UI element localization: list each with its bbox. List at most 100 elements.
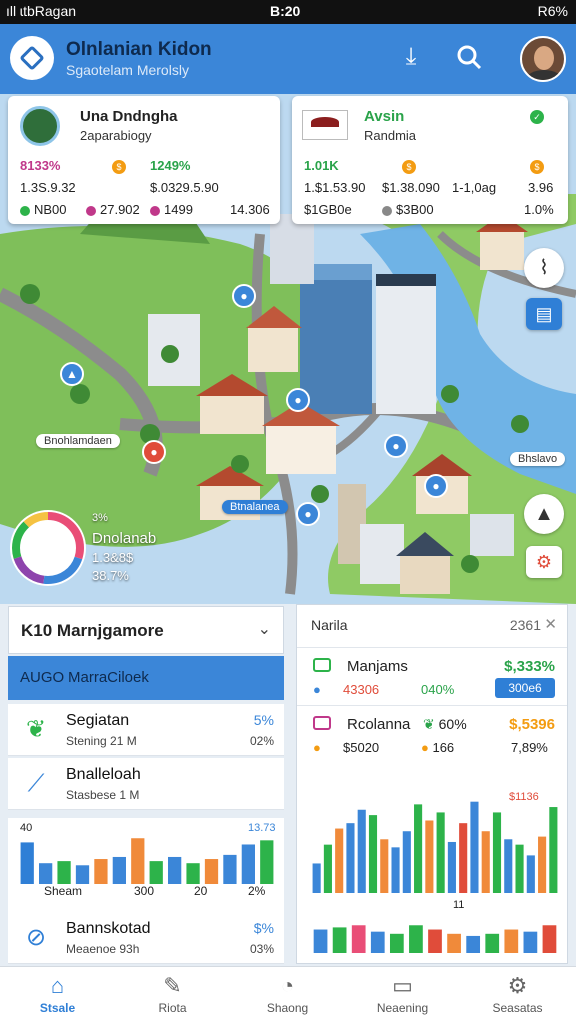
chart-icon: ⟋ bbox=[27, 770, 45, 797]
status-dot-icon bbox=[150, 205, 160, 216]
map-filter-icon[interactable]: ⚙ bbox=[526, 546, 562, 578]
list-item-sub: Stasbese 1 M bbox=[66, 788, 140, 802]
chart-bar bbox=[504, 929, 519, 953]
search-icon[interactable] bbox=[452, 40, 486, 74]
edit-icon: ✎ bbox=[163, 973, 182, 998]
map-pin-icon[interactable]: ● bbox=[232, 284, 256, 308]
summary-row[interactable]: Rcolanna ❦ 60% $,5396 ● $5020 ● 166 7,89… bbox=[297, 705, 567, 761]
map-label[interactable]: Bhslavo bbox=[510, 452, 566, 466]
status-battery: R6% bbox=[537, 3, 568, 19]
chart-bar bbox=[492, 812, 502, 893]
card-foot: 14.306 bbox=[230, 202, 270, 217]
banner-code: AUGO bbox=[20, 669, 65, 686]
info-icon: $ bbox=[402, 160, 416, 174]
leaf-icon: ❦ bbox=[423, 716, 439, 732]
chart-bar bbox=[391, 847, 400, 893]
map-layers-icon[interactable]: ⌇ bbox=[524, 248, 564, 288]
x-tick-label: 2% bbox=[248, 884, 266, 898]
settings-icon: ⚙ bbox=[507, 973, 528, 998]
list-item-pct2: 03% bbox=[249, 942, 274, 956]
list-item-title: Segiatan bbox=[66, 712, 130, 729]
row-action-button[interactable]: 300e6 bbox=[495, 678, 555, 698]
nav-label: Shaong bbox=[266, 1001, 309, 1015]
card-foot: $1GB0e bbox=[304, 202, 352, 217]
list-item-pct2: 02% bbox=[249, 734, 274, 748]
chart-bar bbox=[459, 823, 468, 893]
chart-bar bbox=[542, 925, 557, 953]
card-subtitle: Randmia bbox=[364, 128, 417, 143]
leaf-icon: ❦ bbox=[25, 716, 47, 743]
map-pin-icon[interactable]: ● bbox=[384, 434, 408, 458]
chart-bar bbox=[313, 929, 328, 953]
map-label[interactable]: Btnalanea bbox=[222, 500, 288, 514]
donut-title: Dnolanab bbox=[92, 530, 157, 547]
map-pin-icon[interactable]: ▲ bbox=[60, 362, 84, 386]
list-item-sub: Stening 21 M bbox=[66, 734, 137, 748]
row-sub: $5020 bbox=[343, 740, 380, 755]
location-card-left[interactable]: Una Dndngha 2aparabiogy 8133% $ 1249% 1.… bbox=[8, 96, 280, 224]
bottom-nav: ⌂ Stsale ✎ Riota ◔ Shaong ▭ Neaening ⚙ S… bbox=[0, 966, 576, 1024]
map-pin-icon[interactable]: ● bbox=[286, 388, 310, 412]
map-label[interactable]: Bnohlamdaen bbox=[36, 434, 120, 448]
status-carrier: ıll ɩtbRagan bbox=[6, 3, 77, 19]
map-compass-icon[interactable]: ▲ bbox=[524, 494, 564, 534]
info-icon: ● bbox=[313, 682, 321, 697]
app-header: Olnlanian Kidon Sgaotelam Merolsly ⤓ bbox=[0, 24, 576, 94]
avatar[interactable] bbox=[520, 36, 566, 82]
chevron-down-icon: ⌄ bbox=[257, 621, 271, 638]
list-item-pct: $% bbox=[253, 920, 274, 936]
row-value: $,333% bbox=[504, 658, 555, 675]
status-bar: ıll ɩtbRagan B:20 R6% bbox=[0, 0, 576, 24]
nav-item-monitor[interactable]: ▭ Neaening bbox=[345, 967, 460, 1024]
card-foot: NB00 bbox=[20, 202, 67, 217]
map-pin-icon[interactable]: ● bbox=[142, 440, 166, 464]
nav-item-speed[interactable]: ◔ Shaong bbox=[230, 967, 345, 1024]
list-item[interactable]: ⟋ Bnalleloah Stasbese 1 M bbox=[8, 758, 284, 810]
chart-bar bbox=[485, 933, 500, 953]
chart-bar bbox=[436, 812, 445, 893]
summary-row[interactable]: Manjams $,333% ● 43306 040% 300e6 bbox=[297, 647, 567, 703]
chart-x-labels: Sheam 300 20 2% bbox=[8, 878, 284, 904]
map-view-icon[interactable]: ▤ bbox=[526, 298, 562, 330]
chart-bar bbox=[504, 839, 513, 893]
chart-bar bbox=[323, 844, 332, 893]
chart-label: $1136 bbox=[509, 791, 539, 803]
card-foot: 1499 bbox=[150, 202, 193, 217]
download-icon[interactable]: ⤓ bbox=[394, 40, 428, 74]
list-item-title: Bannskotad bbox=[66, 920, 151, 937]
chart-bar bbox=[523, 931, 538, 953]
chart-bar bbox=[526, 855, 535, 893]
location-card-right[interactable]: Avsin Randmia ✓ 1.01K $ $ 1.$1.53.90 $1.… bbox=[292, 96, 568, 224]
app-logo[interactable] bbox=[10, 36, 54, 80]
chart-bar bbox=[409, 925, 423, 953]
x-tick-label: 300 bbox=[134, 884, 155, 898]
chart-bar bbox=[402, 831, 411, 893]
nav-item-home[interactable]: ⌂ Stsale bbox=[0, 967, 115, 1024]
row-pct: ❦ 60% bbox=[423, 716, 467, 732]
chart-bar bbox=[549, 807, 558, 893]
status-square-icon bbox=[313, 716, 331, 730]
list-item[interactable]: ❦ Segiatan Stening 21 M 5% 02% bbox=[8, 704, 284, 756]
search-icon: ⊘ bbox=[25, 924, 47, 951]
donut-chart[interactable] bbox=[8, 508, 88, 588]
chart-bar bbox=[470, 801, 479, 893]
row-sub: ● 166 bbox=[421, 740, 455, 755]
chart-bar bbox=[368, 815, 378, 893]
nav-item-edit[interactable]: ✎ Riota bbox=[115, 967, 230, 1024]
selected-banner[interactable]: AUGO MarraCiloek bbox=[8, 656, 284, 700]
card-value: 1.$1.53.90 bbox=[304, 180, 366, 195]
row-sub: 7,89% bbox=[511, 740, 548, 755]
map-pin-icon[interactable]: ● bbox=[296, 502, 320, 526]
panel-title: Narila bbox=[311, 617, 348, 633]
map-pin-icon[interactable]: ● bbox=[424, 474, 448, 498]
row-name: Manjams bbox=[347, 658, 408, 675]
card-subtitle: 2aparabiogy bbox=[80, 128, 152, 143]
management-dropdown[interactable]: K10 Marnjgamore ⌄ bbox=[8, 606, 284, 654]
nav-item-settings[interactable]: ⚙ Seasatas bbox=[460, 967, 575, 1024]
monitor-icon: ▭ bbox=[392, 973, 413, 998]
bar-chart-right[interactable]: $1136 11 bbox=[297, 775, 567, 961]
city-map[interactable]: Una Dndngha 2aparabiogy 8133% $ 1249% 1.… bbox=[0, 94, 576, 604]
close-icon[interactable]: ✕ bbox=[544, 615, 557, 633]
dropdown-label: K10 Marnjgamore bbox=[21, 621, 164, 640]
list-item[interactable]: ⊘ Bannskotad Meaenoe 93h $% 03% bbox=[8, 912, 284, 964]
